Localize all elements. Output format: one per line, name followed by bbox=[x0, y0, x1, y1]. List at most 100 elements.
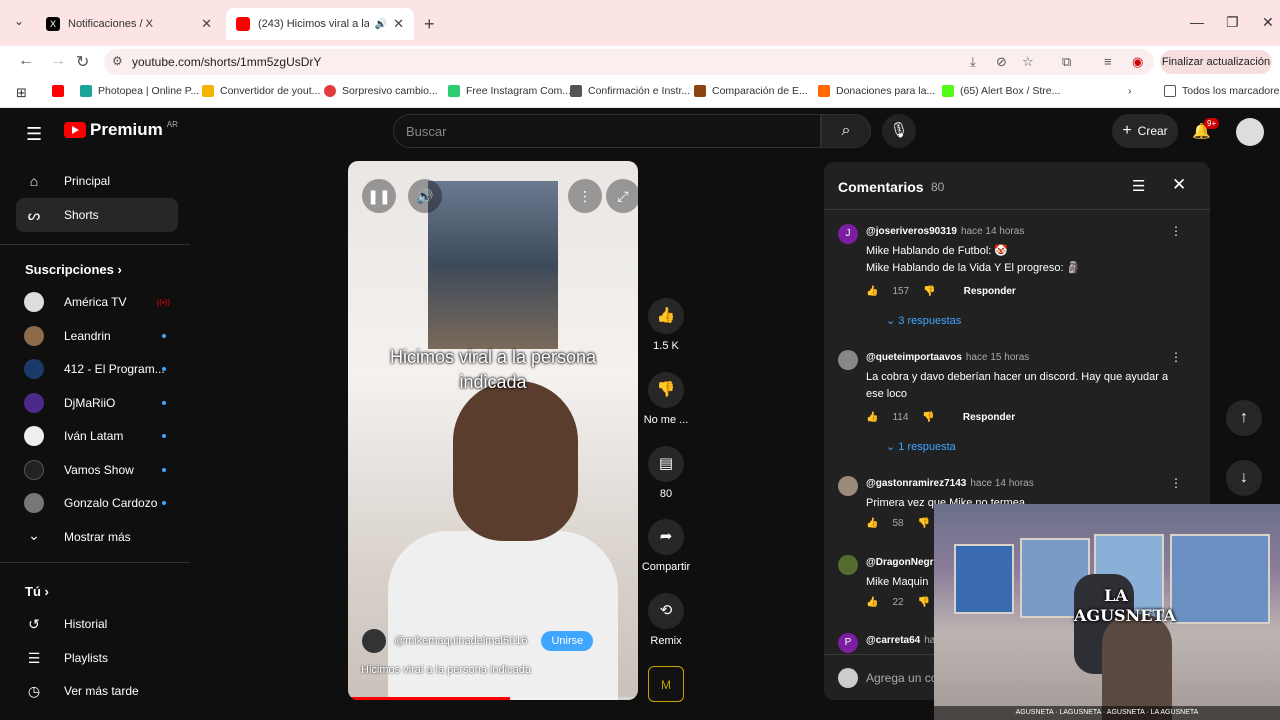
speaker-icon[interactable]: 🔊 bbox=[375, 19, 387, 30]
tab-notifications[interactable]: X Notificaciones / X ✕ bbox=[36, 8, 222, 40]
avatar[interactable] bbox=[838, 476, 858, 496]
progress-bar[interactable] bbox=[348, 697, 638, 700]
sidebar-sub-vamos-show[interactable]: Vamos Show bbox=[24, 453, 170, 487]
maximize-icon[interactable]: ❐ bbox=[1226, 14, 1239, 31]
join-button[interactable]: Unirse bbox=[541, 631, 594, 651]
thumbs-up-icon[interactable]: 👍 bbox=[866, 518, 878, 529]
bookmark-instagram[interactable]: Free Instagram Com... bbox=[448, 85, 571, 97]
remix-button[interactable]: ⟲ Remix bbox=[640, 593, 692, 647]
avatar[interactable]: P bbox=[838, 633, 858, 653]
comment-author[interactable]: @DragonNegr bbox=[866, 557, 934, 568]
share-button[interactable]: ➦ Compartir bbox=[640, 519, 692, 573]
create-button[interactable]: + Crear bbox=[1112, 114, 1178, 148]
next-short-button[interactable]: ↓ bbox=[1226, 460, 1262, 496]
eye-off-icon[interactable]: ⊘ bbox=[996, 54, 1007, 70]
sidebar-item-home[interactable]: ⌂ Principal bbox=[16, 164, 178, 198]
url-field[interactable]: ⚙ youtube.com/shorts/1mm5zgUsDrY ⤓ ⊘ ☆ bbox=[104, 49, 1154, 75]
comment-author[interactable]: @carreta64 ha bbox=[866, 635, 935, 646]
thumbs-up-icon[interactable]: 👍 bbox=[866, 412, 878, 423]
profile-icon[interactable]: ◉ bbox=[1132, 54, 1143, 70]
bookmark-star-icon[interactable]: ☆ bbox=[1022, 54, 1034, 70]
update-button[interactable]: Finalizar actualización bbox=[1160, 50, 1272, 74]
comment-author[interactable]: @queteimportaavos hace 15 horas bbox=[866, 352, 1029, 363]
pause-button[interactable]: ❚❚ bbox=[362, 179, 396, 213]
bookmark-convertidor[interactable]: Convertidor de yout... bbox=[202, 85, 320, 97]
media-icon[interactable]: ≡ bbox=[1104, 54, 1112, 69]
search-button[interactable]: ⌕ bbox=[821, 114, 871, 148]
sidebar-item-history[interactable]: ↺ Historial bbox=[16, 607, 178, 641]
like-button[interactable]: 👍 1.5 K bbox=[640, 298, 692, 352]
more-options-button[interactable]: ⋮ bbox=[568, 179, 602, 213]
bookmark-photopea[interactable]: Photopea | Online P... bbox=[80, 85, 199, 97]
new-tab-icon[interactable]: + bbox=[424, 14, 435, 35]
sidebar-item-watch-later[interactable]: ◷ Ver más tarde bbox=[16, 674, 178, 708]
sidebar-sub-america-tv[interactable]: América TV ((•)) bbox=[24, 285, 170, 319]
search-input[interactable]: Buscar bbox=[393, 114, 821, 148]
comment-input[interactable]: Agrega un co bbox=[866, 671, 937, 685]
channel-avatar[interactable] bbox=[362, 629, 386, 653]
chevron-right-icon[interactable]: › bbox=[1128, 85, 1132, 97]
sidebar-sub-412[interactable]: 412 - El Program... bbox=[24, 352, 170, 386]
all-bookmarks[interactable]: Todos los marcadores bbox=[1164, 85, 1280, 97]
sidebar-sub-ivan-latam[interactable]: Iván Latam bbox=[24, 419, 170, 453]
comment-author[interactable]: @joseriveros90319 hace 14 horas bbox=[866, 226, 1024, 237]
back-icon[interactable]: ← bbox=[18, 52, 34, 70]
short-video-player[interactable]: ❚❚ 🔊 ⋮ ⤢ Hicimos viral a la persona indi… bbox=[348, 161, 638, 700]
thumbs-down-icon[interactable]: 👎 bbox=[918, 518, 930, 529]
fullscreen-button[interactable]: ⤢ bbox=[606, 179, 638, 213]
voice-search-button[interactable]: 🎙 bbox=[882, 114, 916, 148]
channel-name[interactable]: @mikemaquinadelmal5016 bbox=[394, 635, 527, 647]
comment-author[interactable]: @gastonramirez7143 hace 14 horas bbox=[866, 478, 1034, 489]
thumbs-down-icon[interactable]: 👎 bbox=[918, 597, 930, 608]
bookmark-confirmacion[interactable]: Confirmación e Instr... bbox=[570, 85, 690, 97]
avatar[interactable] bbox=[1236, 118, 1264, 146]
reply-button[interactable]: Responder bbox=[964, 286, 1016, 297]
sound-button[interactable]: M bbox=[640, 666, 692, 702]
avatar[interactable] bbox=[838, 350, 858, 370]
reply-button[interactable]: Responder bbox=[963, 412, 1015, 423]
bookmark-sorpresivo[interactable]: Sorpresivo cambio... bbox=[324, 85, 438, 97]
volume-button[interactable]: 🔊 bbox=[408, 179, 442, 213]
sidebar-item-shorts[interactable]: ᔕ Shorts bbox=[16, 198, 178, 232]
bookmark-youtube[interactable] bbox=[52, 85, 70, 97]
tab-search-icon[interactable]: ⌄ bbox=[14, 14, 30, 30]
replies-toggle[interactable]: ⌄ 3 respuestas bbox=[886, 314, 961, 327]
thumbs-down-icon[interactable]: 👎 bbox=[922, 412, 934, 423]
replies-toggle[interactable]: ⌄ 1 respuesta bbox=[886, 440, 956, 453]
sidebar-item-playlists[interactable]: ☰ Playlists bbox=[16, 641, 178, 675]
menu-icon[interactable]: ☰ bbox=[26, 124, 42, 145]
youtube-logo[interactable]: Premium AR bbox=[64, 120, 178, 140]
site-info-icon[interactable]: ⚙ bbox=[112, 54, 123, 68]
install-icon[interactable]: ⤓ bbox=[970, 54, 976, 70]
subscriptions-heading[interactable]: Suscripciones › bbox=[25, 262, 122, 277]
sidebar-sub-leandrin[interactable]: Leandrin bbox=[24, 319, 170, 353]
more-vert-icon[interactable]: ⋮ bbox=[1170, 350, 1182, 364]
close-window-icon[interactable]: ✕ bbox=[1262, 14, 1274, 31]
bookmark-comparacion[interactable]: Comparación de E... bbox=[694, 85, 808, 97]
previous-short-button[interactable]: ↑ bbox=[1226, 400, 1262, 436]
close-icon[interactable]: ✕ bbox=[1172, 175, 1186, 195]
sidebar-sub-djmariio[interactable]: DjMaRiiO bbox=[24, 386, 170, 420]
you-heading[interactable]: Tú › bbox=[25, 584, 49, 599]
thumbs-up-icon[interactable]: 👍 bbox=[866, 597, 878, 608]
minimize-icon[interactable]: — bbox=[1190, 14, 1204, 30]
sort-icon[interactable]: ☰ bbox=[1132, 177, 1145, 195]
thumbs-up-icon[interactable]: 👍 bbox=[866, 286, 878, 297]
sidebar-sub-gonzalo-cardozo[interactable]: Gonzalo Cardozo bbox=[24, 486, 170, 520]
more-vert-icon[interactable]: ⋮ bbox=[1170, 476, 1182, 490]
comments-button[interactable]: ▤ 80 bbox=[640, 446, 692, 500]
dislike-button[interactable]: 👎 No me ... bbox=[640, 372, 692, 426]
extensions-icon[interactable]: ⧉ bbox=[1062, 54, 1071, 70]
close-tab-icon[interactable]: ✕ bbox=[393, 16, 404, 32]
bookmark-alertbox[interactable]: (65) Alert Box / Stre... bbox=[942, 85, 1060, 97]
thumbs-down-icon[interactable]: 👎 bbox=[923, 286, 935, 297]
reload-icon[interactable]: ↻ bbox=[76, 52, 89, 72]
avatar[interactable] bbox=[838, 555, 858, 575]
show-more-button[interactable]: ⌄ Mostrar más bbox=[24, 520, 170, 554]
apps-icon[interactable]: ⊞ bbox=[16, 85, 27, 101]
more-vert-icon[interactable]: ⋮ bbox=[1170, 224, 1182, 238]
forward-icon[interactable]: → bbox=[50, 52, 66, 70]
avatar[interactable]: J bbox=[838, 224, 858, 244]
tab-youtube[interactable]: (243) Hicimos viral a la pers 🔊 ✕ bbox=[226, 8, 414, 40]
close-tab-icon[interactable]: ✕ bbox=[201, 16, 212, 32]
